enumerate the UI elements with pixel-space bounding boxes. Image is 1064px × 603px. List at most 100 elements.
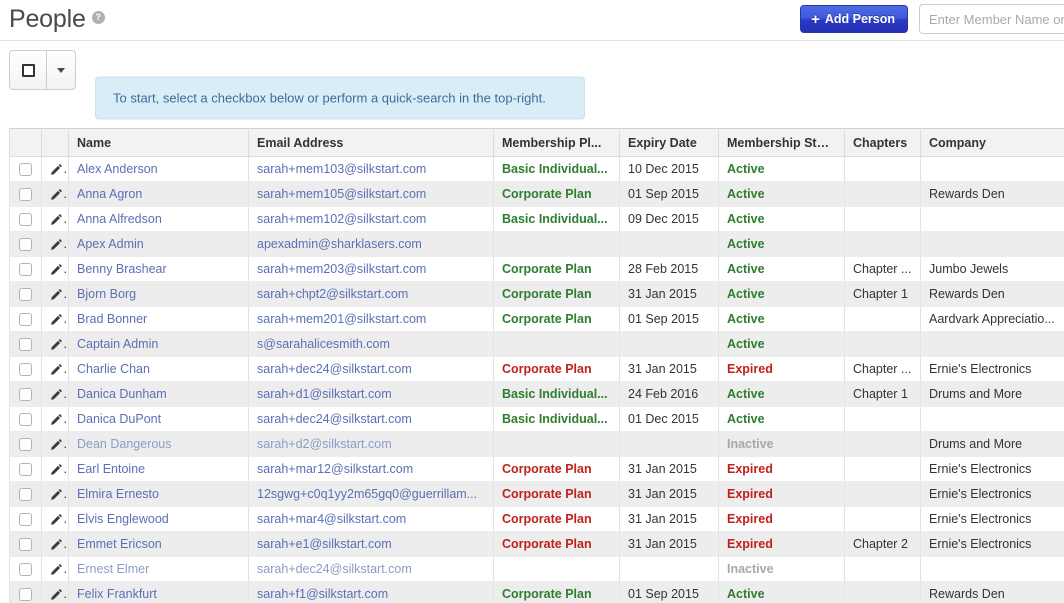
pencil-icon[interactable] [50,463,63,476]
person-link[interactable]: Alex Anderson [77,162,158,176]
add-person-button[interactable]: + Add Person [800,5,908,33]
table-row[interactable]: Emmet Ericson sarah+e1@silkstart.com Corpo… [9,531,1064,557]
person-link[interactable]: Apex Admin [77,237,144,251]
pencil-icon[interactable] [50,413,63,426]
row-checkbox-cell[interactable] [9,231,42,257]
email-link[interactable]: sarah+mem201@silkstart.com [257,312,426,326]
row-edit-cell[interactable] [41,531,69,557]
row-checkbox[interactable] [19,288,32,302]
row-checkbox[interactable] [19,363,32,377]
table-row[interactable]: Ernest Elmer sarah+dec24@silkstart.com Ina… [9,556,1064,582]
table-row[interactable]: Alex Anderson sarah+mem103@silkstart.com B… [9,156,1064,182]
row-checkbox[interactable] [19,238,32,252]
row-checkbox-cell[interactable] [9,206,42,232]
row-checkbox[interactable] [19,313,32,327]
pencil-icon[interactable] [50,538,63,551]
row-checkbox-cell[interactable] [9,506,42,532]
row-checkbox-cell[interactable] [9,531,42,557]
pencil-icon[interactable] [50,338,63,351]
person-link[interactable]: Elmira Ernesto [77,487,159,501]
person-link[interactable]: Captain Admin [77,337,158,351]
row-checkbox[interactable] [19,263,32,277]
pencil-icon[interactable] [50,163,63,176]
row-edit-cell[interactable] [41,381,69,407]
person-link[interactable]: Anna Alfredson [77,212,162,226]
column-header-plan[interactable]: Membership Pl... [493,128,620,157]
table-row[interactable]: Dean Dangerous sarah+d2@silkstart.com Inac… [9,431,1064,457]
table-row[interactable]: Benny Brashear sarah+mem203@silkstart.com… [9,256,1064,282]
person-link[interactable]: Danica Dunham [77,387,167,401]
row-checkbox[interactable] [19,388,32,402]
person-link[interactable]: Earl Entoine [77,462,145,476]
row-edit-cell[interactable] [41,406,69,432]
pencil-icon[interactable] [50,238,63,251]
pencil-icon[interactable] [50,313,63,326]
row-checkbox-cell[interactable] [9,331,42,357]
row-edit-cell[interactable] [41,481,69,507]
table-row[interactable]: Felix Frankfurt sarah+f1@silkstart.com Cor… [9,581,1064,603]
row-checkbox[interactable] [19,213,32,227]
row-checkbox-cell[interactable] [9,456,42,482]
pencil-icon[interactable] [50,438,63,451]
row-checkbox[interactable] [19,188,32,202]
column-header-name[interactable]: Name [68,128,249,157]
table-row[interactable]: Earl Entoine sarah+mar12@silkstart.com Cor… [9,456,1064,482]
row-checkbox-cell[interactable] [9,281,42,307]
row-edit-cell[interactable] [41,306,69,332]
email-link[interactable]: apexadmin@sharklasers.com [257,237,422,251]
row-checkbox-cell[interactable] [9,581,42,603]
pencil-icon[interactable] [50,588,63,601]
row-checkbox[interactable] [19,563,32,577]
table-row[interactable]: Apex Admin apexadmin@sharklasers.com Activ… [9,231,1064,257]
email-link[interactable]: sarah+mem203@silkstart.com [257,262,426,276]
row-edit-cell[interactable] [41,181,69,207]
email-link[interactable]: sarah+mar4@silkstart.com [257,512,406,526]
person-link[interactable]: Danica DuPont [77,412,161,426]
email-link[interactable]: sarah+dec24@silkstart.com [257,562,412,576]
row-edit-cell[interactable] [41,431,69,457]
email-link[interactable]: sarah+mem102@silkstart.com [257,212,426,226]
column-header-expiry[interactable]: Expiry Date [619,128,719,157]
bulk-select-dropdown-button[interactable] [47,50,76,90]
row-checkbox-cell[interactable] [9,481,42,507]
table-row[interactable]: Bjorn Borg sarah+chpt2@silkstart.com Corpo… [9,281,1064,307]
person-link[interactable]: Dean Dangerous [77,437,172,451]
email-link[interactable]: sarah+dec24@silkstart.com [257,362,412,376]
column-header-chapter[interactable]: Chapters [844,128,921,157]
email-link[interactable]: sarah+chpt2@silkstart.com [257,287,408,301]
row-edit-cell[interactable] [41,156,69,182]
person-link[interactable]: Anna Agron [77,187,142,201]
column-header-company[interactable]: Company [920,128,1064,157]
row-checkbox-cell[interactable] [9,381,42,407]
pencil-icon[interactable] [50,213,63,226]
pencil-icon[interactable] [50,288,63,301]
email-link[interactable]: sarah+d1@silkstart.com [257,387,392,401]
pencil-icon[interactable] [50,263,63,276]
row-edit-cell[interactable] [41,231,69,257]
person-link[interactable]: Bjorn Borg [77,287,136,301]
table-row[interactable]: Danica DuPont sarah+dec24@silkstart.com Ba… [9,406,1064,432]
email-link[interactable]: 12sgwg+c0q1yy2m65gq0@guerrillam... [257,487,477,501]
row-edit-cell[interactable] [41,206,69,232]
row-checkbox[interactable] [19,438,32,452]
row-checkbox-cell[interactable] [9,156,42,182]
pencil-icon[interactable] [50,513,63,526]
person-link[interactable]: Ernest Elmer [77,562,149,576]
row-checkbox[interactable] [19,513,32,527]
row-edit-cell[interactable] [41,331,69,357]
table-row[interactable]: Elmira Ernesto 12sgwg+c0q1yy2m65gq0@guerr… [9,481,1064,507]
bulk-select-checkbox-button[interactable] [9,50,47,90]
row-checkbox-cell[interactable] [9,406,42,432]
email-link[interactable]: sarah+dec24@silkstart.com [257,412,412,426]
row-checkbox-cell[interactable] [9,556,42,582]
email-link[interactable]: s@sarahalicesmith.com [257,337,390,351]
row-edit-cell[interactable] [41,506,69,532]
row-edit-cell[interactable] [41,281,69,307]
column-header-check[interactable] [9,128,42,157]
pencil-icon[interactable] [50,388,63,401]
email-link[interactable]: sarah+e1@silkstart.com [257,537,392,551]
pencil-icon[interactable] [50,563,63,576]
row-checkbox-cell[interactable] [9,256,42,282]
row-checkbox[interactable] [19,338,32,352]
row-edit-cell[interactable] [41,256,69,282]
